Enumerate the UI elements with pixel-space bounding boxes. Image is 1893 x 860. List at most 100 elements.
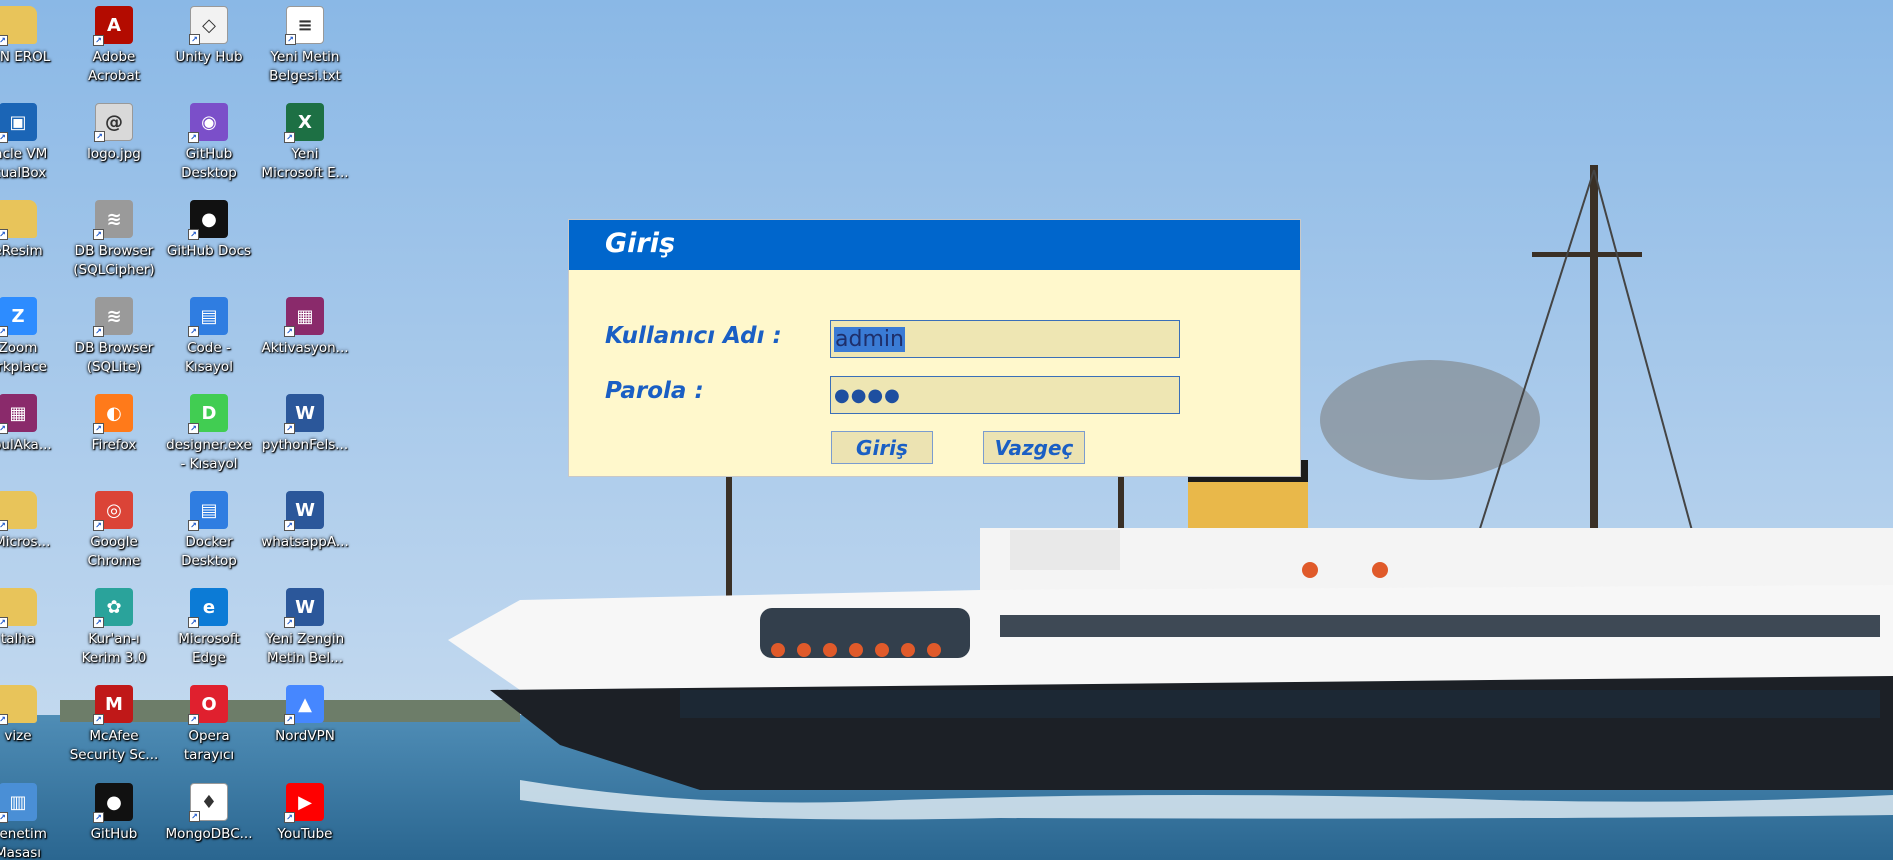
desktop-icon[interactable]: ≡ ↗ Yeni Metin Belgesi.txt — [257, 0, 353, 96]
word-icon: W ↗ — [284, 588, 324, 628]
desktop-icon-label: YouTube — [277, 826, 333, 842]
unity-icon: ◇ ↗ — [189, 6, 228, 45]
shortcut-arrow-icon: ↗ — [93, 520, 104, 531]
desktop-icon[interactable]: ◎ ↗ Google Chrome — [66, 485, 162, 581]
shortcut-arrow-icon: ↗ — [94, 131, 105, 142]
desktop-icon[interactable]: ◐ ↗ Firefox — [66, 388, 162, 484]
desktop-icon[interactable]: D ↗ designer.exe - Kısayol — [161, 388, 257, 484]
desktop-icon-label: Yeni Microsoft E... — [261, 146, 349, 181]
password-input[interactable]: ●●●● — [830, 376, 1180, 414]
adobe-acrobat-icon: A ↗ — [93, 6, 133, 46]
desktop-icon[interactable]: ↗ eResim — [0, 194, 66, 290]
folder-icon: ↗ — [0, 6, 37, 46]
desktop-icon[interactable]: ↗ talha — [0, 582, 66, 678]
shortcut-arrow-icon: ↗ — [93, 326, 104, 337]
desktop-icon[interactable]: @ ↗ logo.jpg — [66, 97, 162, 193]
username-input[interactable]: admin — [830, 320, 1180, 358]
desktop-icon-label: DB Browser (SQLite) — [74, 340, 154, 375]
shortcut-arrow-icon: ↗ — [284, 132, 295, 143]
desktop-icon-label: pythonFels... — [261, 437, 349, 453]
desktop-icon-label: DB Browser (SQLCipher) — [73, 243, 155, 278]
desktop-icon[interactable]: ◉ ↗ GitHub Desktop — [161, 97, 257, 193]
designer-icon: D ↗ — [188, 394, 228, 434]
desktop-icon[interactable]: e ↗ Microsoft Edge — [161, 582, 257, 678]
text-file-icon: ≡ ↗ — [285, 6, 324, 45]
shortcut-arrow-icon: ↗ — [0, 423, 8, 434]
desktop-icon-label: Microsoft Edge — [178, 631, 240, 666]
folder-icon: ↗ — [0, 200, 37, 240]
github-desktop-icon: ◉ ↗ — [188, 103, 228, 143]
desktop-icon-label: MongoDBC... — [165, 826, 253, 842]
desktop-icon[interactable]: ▦ ↗ Aktivasyon... — [257, 291, 353, 387]
shortcut-arrow-icon: ↗ — [188, 132, 199, 143]
word-icon: W ↗ — [284, 491, 324, 531]
shortcut-arrow-icon: ↗ — [188, 714, 199, 725]
shortcut-arrow-icon: ↗ — [93, 812, 104, 823]
desktop-icon[interactable]: X ↗ Yeni Microsoft E... — [257, 97, 353, 193]
archive-icon: ▦ ↗ — [0, 394, 37, 434]
chrome-icon: ◎ ↗ — [93, 491, 133, 531]
desktop-icon[interactable]: ≋ ↗ DB Browser (SQLite) — [66, 291, 162, 387]
desktop-icon[interactable]: ↗ vize — [0, 679, 66, 775]
desktop-icon[interactable]: O ↗ Opera tarayıcı — [161, 679, 257, 775]
youtube-icon: ▶ ↗ — [284, 783, 324, 823]
desktop-icon[interactable]: ▲ ↗ NordVPN — [257, 679, 353, 775]
desktop-icon[interactable]: M ↗ McAfee Security Sc... — [66, 679, 162, 775]
shortcut-arrow-icon: ↗ — [93, 423, 104, 434]
desktop-icon[interactable]: ▦↗ nbulAka... — [0, 388, 66, 484]
cancel-button[interactable]: Vazgeç — [983, 431, 1085, 464]
desktop-icon[interactable]: Z↗Zoom orkplace — [0, 291, 66, 387]
control-panel-icon: ▥ ↗ — [0, 783, 37, 823]
shortcut-arrow-icon: ↗ — [93, 35, 104, 46]
desktop-icon-label: Yeni Zengin Metin Bel... — [265, 631, 345, 666]
desktop-icon[interactable]: ▤ ↗ Docker Desktop — [161, 485, 257, 581]
desktop-icon-label: eResim — [0, 243, 43, 259]
shortcut-file-icon: ▤ ↗ — [188, 297, 228, 337]
desktop-icon[interactable]: ≋ ↗ DB Browser (SQLCipher) — [66, 194, 162, 290]
desktop-icon[interactable]: ↗ HIN EROL — [0, 0, 66, 96]
mcafee-icon: M ↗ — [93, 685, 133, 725]
desktop-icon-label: Docker Desktop — [181, 534, 237, 569]
desktop-icon[interactable]: ↗ nMicros... — [0, 485, 66, 581]
desktop-icon[interactable]: ✿ ↗ Kur'an-ı Kerim 3.0 — [66, 582, 162, 678]
shortcut-arrow-icon: ↗ — [284, 714, 295, 725]
desktop-icon[interactable]: ▤ ↗ Code - Kısayol — [161, 291, 257, 387]
desktop-icon-label: Adobe Acrobat — [87, 49, 141, 84]
desktop-icon[interactable]: A ↗ Adobe Acrobat — [66, 0, 162, 96]
desktop-icon[interactable]: W ↗ whatsappA... — [257, 485, 353, 581]
desktop-icon-label: Aktivasyon... — [261, 340, 349, 356]
login-button[interactable]: Giriş — [831, 431, 933, 464]
opera-icon: O ↗ — [188, 685, 228, 725]
firefox-icon: ◐ ↗ — [93, 394, 133, 434]
desktop-icon-label: GitHub Desktop — [181, 146, 237, 181]
edge-icon: e ↗ — [188, 588, 228, 628]
desktop-icon[interactable]: ▶ ↗ YouTube — [257, 777, 353, 860]
image-file-icon: @ ↗ — [94, 103, 133, 142]
desktop-icon-label: designer.exe - Kısayol — [166, 437, 252, 472]
desktop-icon-label: logo.jpg — [87, 146, 141, 162]
shortcut-arrow-icon: ↗ — [0, 812, 8, 823]
login-dialog: Giriş Kullanıcı Adı : admin Parola : ●●●… — [568, 219, 1301, 477]
desktop-icon-label: Code - Kısayol — [185, 340, 233, 375]
desktop-icon-label: Denetim Masası — [0, 826, 47, 860]
shortcut-file-icon: ▤ ↗ — [188, 491, 228, 531]
desktop-icon[interactable]: ♦ ↗ MongoDBC... — [161, 777, 257, 860]
desktop-icon[interactable]: ● ↗ GitHub — [66, 777, 162, 860]
desktop-icon[interactable]: ▣↗racle VM rtualBox — [0, 97, 66, 193]
shortcut-arrow-icon: ↗ — [284, 326, 295, 337]
shortcut-arrow-icon: ↗ — [285, 34, 296, 45]
folder-icon: ↗ — [0, 491, 37, 531]
desktop-icon-label: HIN EROL — [0, 49, 51, 65]
shortcut-arrow-icon: ↗ — [0, 132, 8, 143]
desktop-icon[interactable]: W ↗ Yeni Zengin Metin Bel... — [257, 582, 353, 678]
shortcut-arrow-icon: ↗ — [284, 423, 295, 434]
shortcut-arrow-icon: ↗ — [284, 812, 295, 823]
desktop-icon[interactable]: ▥↗Denetim Masası — [0, 777, 66, 860]
desktop-icon[interactable]: W ↗ pythonFels... — [257, 388, 353, 484]
username-value: admin — [834, 326, 905, 352]
desktop-icon-label: talha — [0, 631, 36, 647]
shortcut-arrow-icon: ↗ — [188, 617, 199, 628]
word-icon: W ↗ — [284, 394, 324, 434]
desktop-icon[interactable]: ● ↗ GitHub Docs — [161, 194, 257, 290]
desktop-icon[interactable]: ◇ ↗ Unity Hub — [161, 0, 257, 96]
